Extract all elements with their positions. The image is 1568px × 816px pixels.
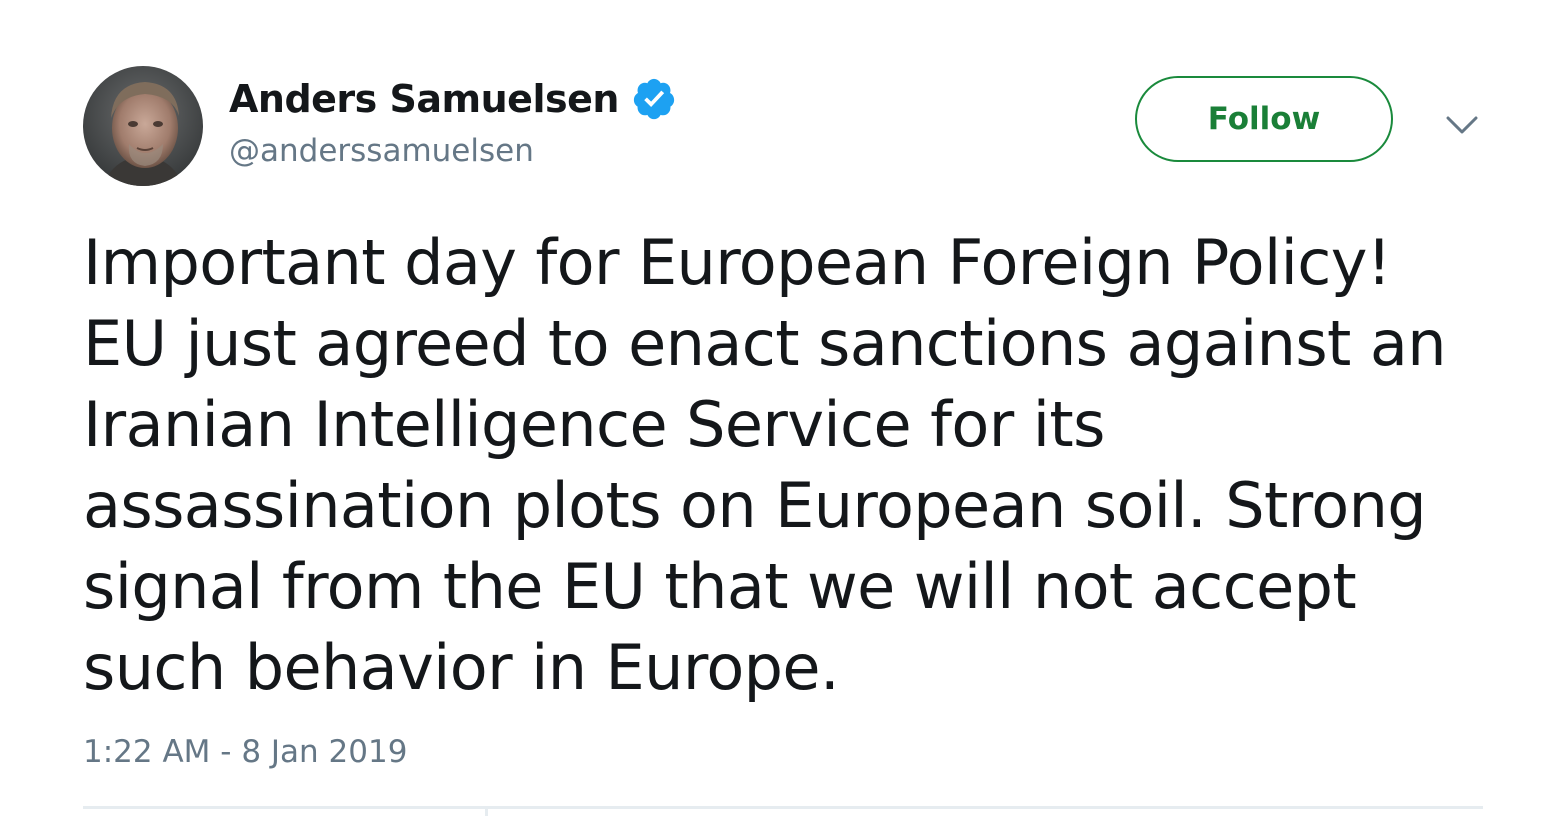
- user-handle[interactable]: @anderssamuelsen: [229, 133, 534, 169]
- tweet-card: Anders Samuelsen @anderssamuelsen Follow…: [0, 0, 1568, 816]
- chevron-down-icon[interactable]: [1444, 110, 1480, 140]
- follow-button[interactable]: Follow: [1135, 76, 1393, 162]
- display-name[interactable]: Anders Samuelsen: [229, 77, 619, 121]
- author-name-row: Anders Samuelsen: [229, 73, 677, 125]
- divider-separator: [485, 806, 488, 816]
- tweet-timestamp[interactable]: 1:22 AM - 8 Jan 2019: [83, 734, 407, 770]
- avatar-image: [83, 66, 203, 186]
- verified-badge-icon: [631, 76, 677, 122]
- divider: [83, 806, 1483, 809]
- tweet-text: Important day for European Foreign Polic…: [83, 226, 1447, 704]
- avatar[interactable]: [83, 66, 203, 186]
